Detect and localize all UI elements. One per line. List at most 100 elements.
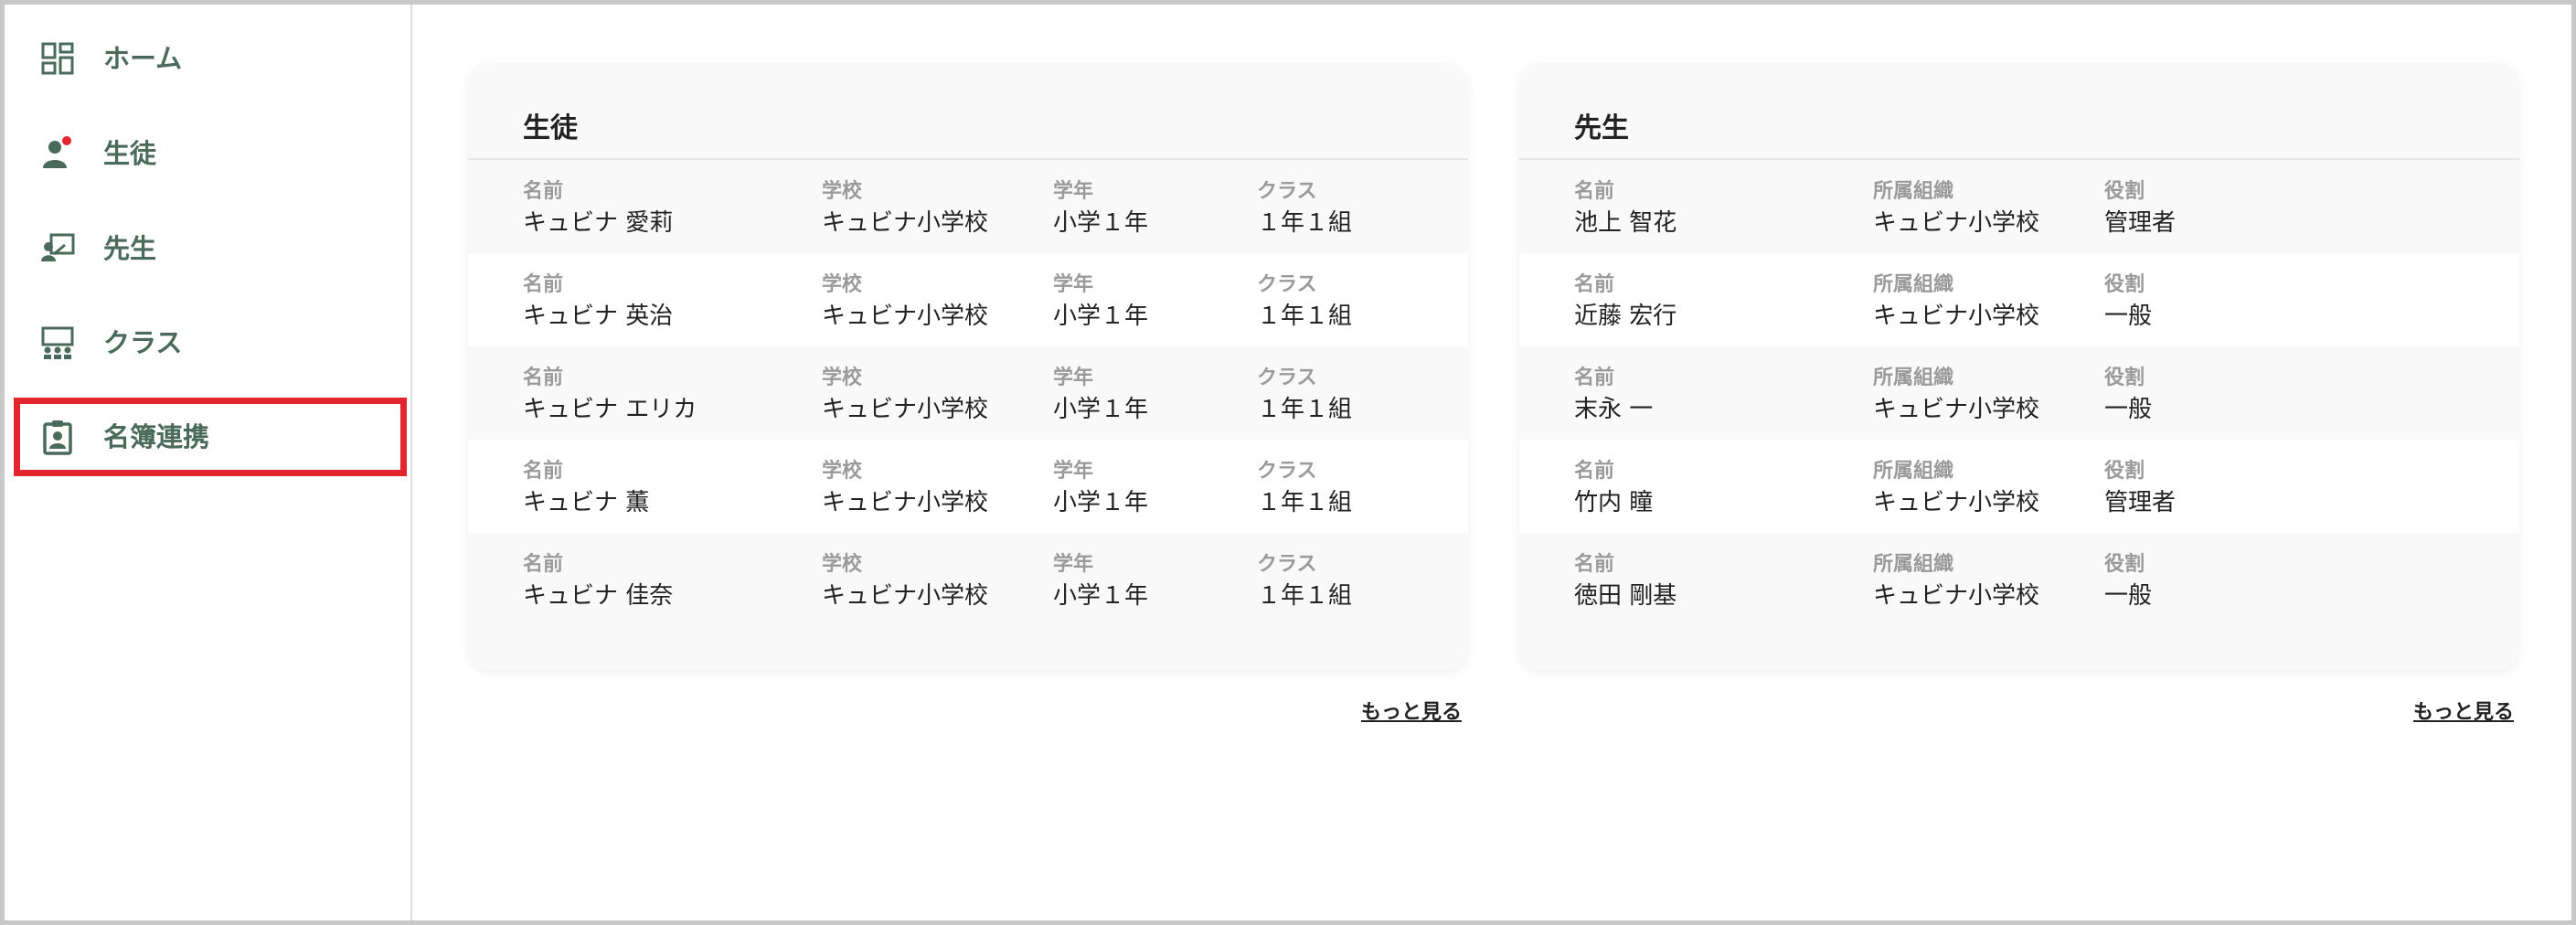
notification-dot xyxy=(62,136,71,145)
name-value: 徳田 剛基 xyxy=(1574,582,1677,610)
sidebar-item-label: クラス xyxy=(103,327,183,358)
name-label: 名前 xyxy=(1574,180,1615,203)
name-value: キュビナ 英治 xyxy=(523,303,674,330)
teacher-icon xyxy=(41,233,75,261)
class-value: １年１組 xyxy=(1257,489,1353,516)
name-value: 末永 一 xyxy=(1574,396,1654,423)
students-card-title: 生徒 xyxy=(523,112,578,144)
class-label: クラス xyxy=(1257,367,1317,389)
role-value: 一般 xyxy=(2104,582,2153,610)
organization-value: キュビナ小学校 xyxy=(1873,582,2040,610)
name-label: 名前 xyxy=(1574,460,1615,483)
sidebar: ホーム 生徒 先生 クラス 名簿連携 xyxy=(5,5,412,920)
role-label: 役割 xyxy=(2104,367,2145,389)
sidebar-item-students[interactable]: 生徒 xyxy=(14,114,407,193)
role-label: 役割 xyxy=(2104,553,2145,576)
role-value: 管理者 xyxy=(2104,489,2177,516)
organization-value: キュビナ小学校 xyxy=(1873,489,2040,516)
name-label: 名前 xyxy=(523,553,564,576)
table-row[interactable]: 名前末永 一 所属組織キュビナ小学校 役割一般 xyxy=(1519,346,2519,440)
name-value: 竹内 瞳 xyxy=(1574,489,1654,516)
class-icon xyxy=(41,326,74,359)
name-label: 名前 xyxy=(523,367,564,389)
sidebar-item-label: 先生 xyxy=(103,233,157,264)
organization-label: 所属組織 xyxy=(1873,553,1954,576)
class-label: クラス xyxy=(1257,180,1317,203)
role-value: 管理者 xyxy=(2104,209,2177,237)
table-row[interactable]: 名前池上 智花 所属組織キュビナ小学校 役割管理者 xyxy=(1519,160,2519,253)
teachers-more-link[interactable]: もっと見る xyxy=(2413,696,2514,725)
table-row[interactable]: 名前 キュビナ 英治 学校 キュビナ小学校 学年 小学１年 クラス １年１組 xyxy=(468,253,1468,346)
class-label: クラス xyxy=(1257,460,1317,483)
class-value: １年１組 xyxy=(1257,209,1353,237)
organization-value: キュビナ小学校 xyxy=(1873,209,2040,237)
school-label: 学校 xyxy=(822,460,863,483)
organization-label: 所属組織 xyxy=(1873,460,1954,483)
name-label: 名前 xyxy=(1574,553,1615,576)
table-row[interactable]: 名前 キュビナ エリカ 学校 キュビナ小学校 学年 小学１年 クラス １年１組 xyxy=(468,346,1468,440)
school-value: キュビナ小学校 xyxy=(822,396,989,423)
grade-label: 学年 xyxy=(1053,180,1094,203)
organization-label: 所属組織 xyxy=(1873,273,1954,296)
organization-label: 所属組織 xyxy=(1873,180,1954,203)
grade-value: 小学１年 xyxy=(1053,303,1149,330)
role-label: 役割 xyxy=(2104,460,2145,483)
table-row[interactable]: 名前 キュビナ 薫 学校 キュビナ小学校 学年 小学１年 クラス １年１組 xyxy=(468,440,1468,533)
table-row[interactable]: 名前キュビナ 佳奈 学校キュビナ小学校 学年小学１年 クラス １年１組 xyxy=(468,533,1468,626)
grade-label: 学年 xyxy=(1053,273,1094,296)
sidebar-item-classes[interactable]: クラス xyxy=(14,303,407,382)
sidebar-item-label: 名簿連携 xyxy=(103,421,210,452)
table-row[interactable]: 名前近藤 宏行 所属組織キュビナ小学校 役割一般 xyxy=(1519,253,2519,346)
school-value: キュビナ小学校 xyxy=(822,582,989,610)
grade-value: 小学１年 xyxy=(1053,582,1149,610)
dashboard-icon xyxy=(41,42,74,75)
student-icon xyxy=(43,136,71,168)
grade-label: 学年 xyxy=(1053,553,1094,576)
name-label: 名前 xyxy=(1574,273,1615,296)
organization-label: 所属組織 xyxy=(1873,367,1954,389)
school-label: 学校 xyxy=(822,367,863,389)
role-label: 役割 xyxy=(2104,180,2145,203)
sidebar-item-label: ホーム xyxy=(103,43,183,74)
name-label: 名前 xyxy=(1574,367,1615,389)
grade-label: 学年 xyxy=(1053,367,1094,389)
name-value: 池上 智花 xyxy=(1574,209,1677,237)
role-value: 一般 xyxy=(2104,396,2153,423)
role-value: 一般 xyxy=(2104,303,2153,330)
sidebar-item-label: 生徒 xyxy=(103,138,157,169)
class-value: １年１組 xyxy=(1257,396,1353,423)
name-value: 近藤 宏行 xyxy=(1574,303,1677,330)
class-label: クラス xyxy=(1257,273,1317,296)
name-label: 名前 xyxy=(523,460,564,483)
name-value: キュビナ エリカ xyxy=(523,396,697,423)
grade-value: 小学１年 xyxy=(1053,489,1149,516)
table-row[interactable]: 名前徳田 剛基 所属組織キュビナ小学校 役割一般 xyxy=(1519,533,2519,626)
school-value: キュビナ小学校 xyxy=(822,489,989,516)
students-more-link[interactable]: もっと見る xyxy=(1361,696,1462,725)
name-label: 名前 xyxy=(523,180,564,203)
name-value: キュビナ 薫 xyxy=(523,489,650,516)
school-value: キュビナ小学校 xyxy=(822,209,989,237)
school-label: 学校 xyxy=(822,273,863,296)
name-value: キュビナ 佳奈 xyxy=(523,582,674,610)
sidebar-item-teachers[interactable]: 先生 xyxy=(14,209,407,288)
role-label: 役割 xyxy=(2104,273,2145,296)
sidebar-item-home[interactable]: ホーム xyxy=(14,19,407,98)
class-value: １年１組 xyxy=(1257,582,1353,610)
app-window: ホーム 生徒 先生 クラス 名簿連携 生徒 名前 キュビナ 愛莉 学校 キュビナ… xyxy=(0,0,2576,925)
table-row[interactable]: 名前キュビナ 愛莉 学校キュビナ小学校 学年小学１年 クラス １年１組 xyxy=(468,160,1468,253)
roster-badge-icon xyxy=(43,420,72,455)
school-label: 学校 xyxy=(822,180,863,203)
school-label: 学校 xyxy=(822,553,863,576)
name-label: 名前 xyxy=(523,273,564,296)
sidebar-item-roster-sync[interactable]: 名簿連携 xyxy=(14,398,407,476)
name-value: キュビナ 愛莉 xyxy=(523,209,674,237)
table-row[interactable]: 名前竹内 瞳 所属組織キュビナ小学校 役割管理者 xyxy=(1519,440,2519,533)
students-card: 生徒 名前 キュビナ 愛莉 学校 キュビナ小学校 学年 小学１年 クラス １年１組 名前 キュビナ… xyxy=(468,63,1468,670)
organization-value: キュビナ小学校 xyxy=(1873,396,2040,423)
grade-value: 小学１年 xyxy=(1053,209,1149,237)
class-label: クラス xyxy=(1257,553,1317,576)
teachers-card: 先生 名前 池上 智花 所属組織 キュビナ小学校 役割 管理者 名前 近藤 宏行 所属組織 キュビ… xyxy=(1519,63,2519,670)
organization-value: キュビナ小学校 xyxy=(1873,303,2040,330)
school-value: キュビナ小学校 xyxy=(822,303,989,330)
